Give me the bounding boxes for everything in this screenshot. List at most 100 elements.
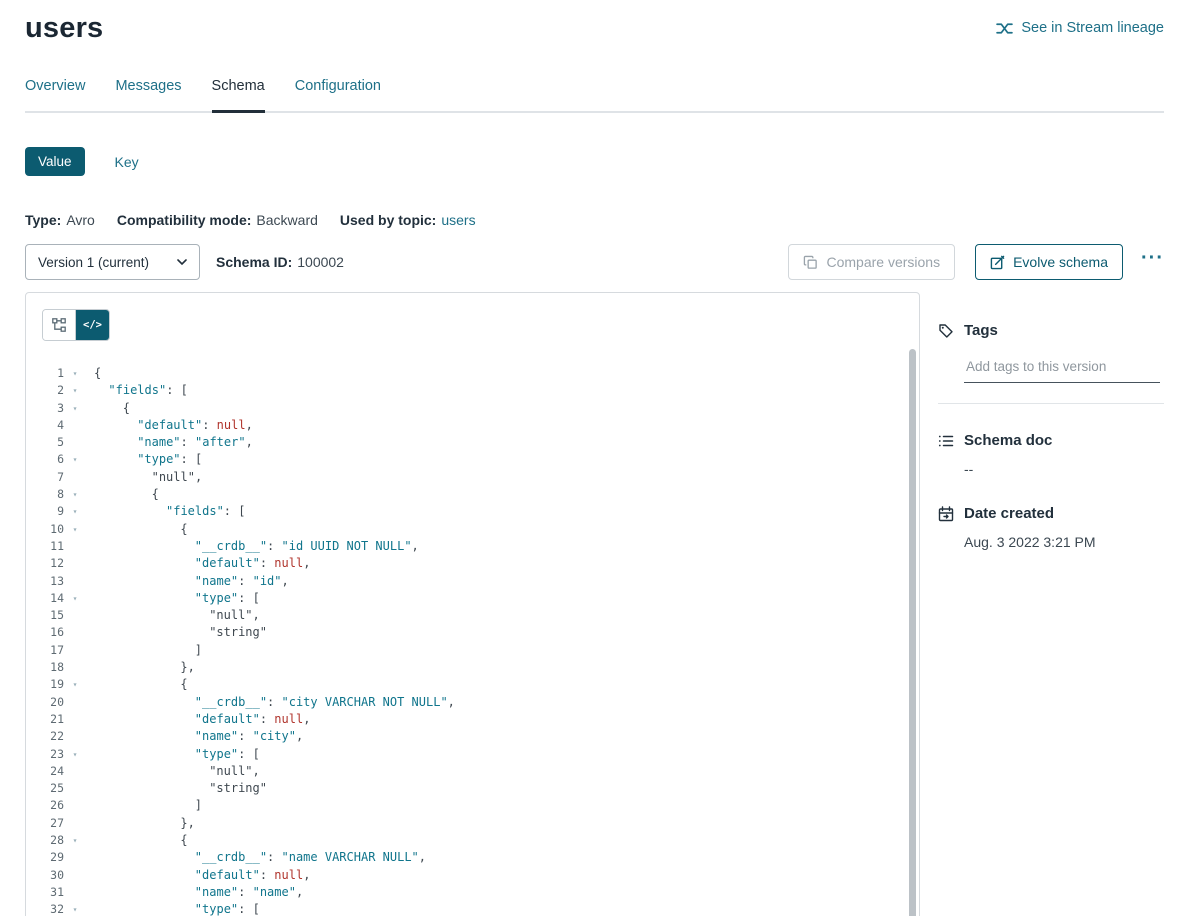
code-text: "null",	[86, 469, 202, 486]
version-select[interactable]: Version 1 (current)	[25, 244, 200, 280]
tags-title: Tags	[964, 322, 998, 339]
calendar-icon	[938, 506, 954, 522]
collapse-arrow-icon[interactable]: ▾	[64, 590, 86, 607]
line-number: 31	[26, 884, 64, 901]
code-line: 22"name": "city",	[26, 728, 919, 745]
code-text: "name": "id",	[86, 573, 289, 590]
tab-overview[interactable]: Overview	[25, 78, 85, 111]
tab-bar: Overview Messages Schema Configuration	[25, 78, 1164, 113]
code-text: },	[86, 659, 195, 676]
code-line: 20 "__crdb__": "city VARCHAR NOT NULL",	[26, 694, 919, 711]
line-number: 21	[26, 711, 64, 728]
collapse-arrow-spacer	[64, 884, 86, 901]
evolve-schema-button[interactable]: Evolve schema	[975, 244, 1123, 280]
collapse-arrow-spacer	[64, 469, 86, 486]
code-text: "fields": [	[86, 503, 245, 520]
evolve-schema-icon	[990, 255, 1005, 270]
code-text: "name": "city",	[86, 728, 303, 745]
code-view-button[interactable]: </>	[76, 310, 109, 340]
compatibility-mode-label: Compatibility mode:	[117, 212, 252, 228]
code-text: "__crdb__": "id UUID NOT NULL",	[86, 538, 419, 555]
add-tags-input[interactable]	[964, 355, 1160, 383]
line-number: 7	[26, 469, 64, 486]
code-line: 6▾"type": [	[26, 451, 919, 468]
code-line: 16"string"	[26, 624, 919, 641]
vertical-scrollbar-thumb[interactable]	[909, 349, 916, 916]
line-number: 20	[26, 694, 64, 711]
compatibility-mode: Compatibility mode:Backward	[117, 212, 318, 228]
code-text: {	[86, 486, 159, 503]
collapse-arrow-icon[interactable]: ▾	[64, 400, 86, 417]
code-text: "default": null,	[86, 711, 310, 728]
stream-lineage-link[interactable]: See in Stream lineage	[996, 20, 1164, 37]
used-by-topic: Used by topic:users	[340, 212, 476, 228]
collapse-arrow-spacer	[64, 797, 86, 814]
collapse-arrow-icon[interactable]: ▾	[64, 503, 86, 520]
compare-versions-button[interactable]: Compare versions	[788, 244, 955, 280]
schema-controls: Version 1 (current) Schema ID:100002 Com…	[25, 244, 1164, 280]
schema-main: </> 1▾{2▾"fields": [3▾{4"default": null,…	[25, 292, 1164, 916]
collapse-arrow-spacer	[64, 434, 86, 451]
code-line: 27},	[26, 815, 919, 832]
collapse-arrow-spacer	[64, 711, 86, 728]
code-line: 19▾{	[26, 676, 919, 693]
collapse-arrow-icon[interactable]: ▾	[64, 382, 86, 399]
line-number: 17	[26, 642, 64, 659]
line-number: 30	[26, 867, 64, 884]
line-number: 3	[26, 400, 64, 417]
chevron-down-icon	[177, 259, 187, 266]
collapse-arrow-icon[interactable]: ▾	[64, 901, 86, 916]
line-number: 5	[26, 434, 64, 451]
line-number: 18	[26, 659, 64, 676]
collapse-arrow-icon[interactable]: ▾	[64, 451, 86, 468]
compatibility-mode-value: Backward	[256, 212, 317, 228]
collapse-arrow-spacer	[64, 728, 86, 745]
collapse-arrow-icon[interactable]: ▾	[64, 746, 86, 763]
line-number: 1	[26, 365, 64, 382]
code-text: "__crdb__": "city VARCHAR NOT NULL",	[86, 694, 455, 711]
schema-id-label: Schema ID:	[216, 254, 292, 270]
code-line: 31"name": "name",	[26, 884, 919, 901]
collapse-arrow-spacer	[64, 624, 86, 641]
collapse-arrow-spacer	[64, 694, 86, 711]
tab-configuration[interactable]: Configuration	[295, 78, 381, 111]
code-line: 23▾"type": [	[26, 746, 919, 763]
tag-icon	[938, 323, 954, 339]
value-toggle-button[interactable]: Value	[25, 147, 85, 176]
collapse-arrow-icon[interactable]: ▾	[64, 521, 86, 538]
page: users See in Stream lineage Overview Mes…	[0, 0, 1189, 916]
collapse-arrow-icon[interactable]: ▾	[64, 676, 86, 693]
collapse-arrow-spacer	[64, 555, 86, 572]
collapse-arrow-spacer	[64, 659, 86, 676]
schema-sidebar: Tags Schema doc	[920, 292, 1164, 916]
line-number: 14	[26, 590, 64, 607]
collapse-arrow-icon[interactable]: ▾	[64, 365, 86, 382]
schema-meta: Type:Avro Compatibility mode:Backward Us…	[25, 212, 1164, 228]
collapse-arrow-icon[interactable]: ▾	[64, 832, 86, 849]
code-line: 30"default": null,	[26, 867, 919, 884]
code-line: 1▾{	[26, 365, 919, 382]
code-line: 4"default": null,	[26, 417, 919, 434]
tags-section: Tags	[938, 322, 1164, 404]
tab-messages[interactable]: Messages	[115, 78, 181, 111]
collapse-arrow-icon[interactable]: ▾	[64, 486, 86, 503]
tree-view-button[interactable]	[43, 310, 76, 340]
code-line: 21 "default": null,	[26, 711, 919, 728]
code-view-toggle: </>	[42, 309, 110, 341]
tab-schema[interactable]: Schema	[212, 78, 265, 113]
line-number: 15	[26, 607, 64, 624]
collapse-arrow-spacer	[64, 815, 86, 832]
code-lines: 1▾{2▾"fields": [3▾{4"default": null,5"na…	[26, 365, 919, 916]
line-number: 32	[26, 901, 64, 916]
collapse-arrow-spacer	[64, 642, 86, 659]
more-options-button[interactable]: ···	[1141, 253, 1164, 271]
key-toggle-button[interactable]: Key	[115, 154, 139, 170]
date-created-header: Date created	[938, 505, 1164, 522]
topic-link[interactable]: users	[441, 212, 475, 228]
code-line: 3▾{	[26, 400, 919, 417]
schema-doc-title: Schema doc	[964, 432, 1052, 449]
evolve-schema-label: Evolve schema	[1013, 254, 1108, 270]
code-text: {	[86, 521, 188, 538]
schema-part-toggle: Value Key	[25, 147, 1164, 176]
schema-type-label: Type:	[25, 212, 61, 228]
